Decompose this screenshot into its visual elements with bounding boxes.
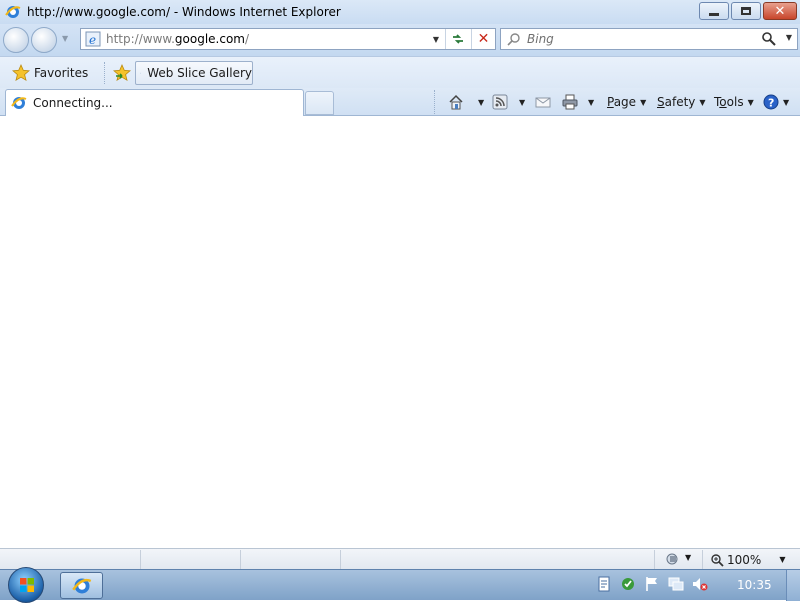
chevron-down-icon: ▼ — [640, 97, 647, 107]
favorites-bar: Favorites e Web Slice Gallery — [0, 56, 800, 88]
favorites-label: Favorites — [34, 66, 89, 80]
taskbar: 10:35 — [0, 567, 800, 603]
ie-logo-icon — [71, 578, 91, 593]
svg-text:e: e — [89, 33, 96, 47]
system-tray — [596, 576, 716, 592]
stop-icon: ✕ — [477, 31, 490, 47]
windows-logo-icon — [20, 578, 34, 592]
status-cell — [240, 550, 340, 569]
protected-mode-cell[interactable]: ▼ — [654, 550, 702, 569]
mail-icon — [535, 97, 551, 108]
address-url[interactable]: http://www.google.com/ — [106, 32, 249, 46]
zoom-control[interactable]: 100% ▼ — [710, 551, 785, 568]
search-input[interactable]: Bing — [527, 32, 554, 46]
help-icon: ? — [763, 94, 779, 110]
svg-text:?: ? — [768, 97, 774, 110]
minimize-button[interactable] — [699, 2, 729, 20]
window-title: http://www.google.com/ - Windows Interne… — [27, 5, 341, 19]
tab-title: Connecting... — [33, 96, 113, 110]
zoom-level: 100% — [727, 552, 762, 567]
rss-feed-icon — [492, 94, 508, 110]
new-tab-button[interactable] — [305, 91, 334, 115]
clock[interactable]: 10:35 — [737, 578, 772, 592]
security-zone-icon — [666, 553, 678, 565]
print-button[interactable] — [562, 91, 578, 113]
status-cell — [340, 550, 654, 569]
web-slice-gallery-label: Web Slice Gallery — [147, 66, 252, 80]
search-box[interactable]: Bing ▼ — [500, 28, 798, 50]
address-dropdown-icon[interactable]: ▼ — [429, 29, 443, 49]
command-separator — [434, 90, 435, 114]
security-dropdown-icon[interactable]: ▼ — [685, 553, 691, 562]
show-desktop-button[interactable] — [786, 570, 800, 601]
chevron-down-icon: ▼ — [699, 97, 706, 107]
ie-page-icon: e — [85, 31, 101, 47]
feeds-dropdown-icon[interactable]: ▼ — [515, 91, 525, 113]
network-icon[interactable] — [668, 576, 684, 592]
favorites-button[interactable]: Favorites — [12, 62, 88, 84]
taskbar-ie-button[interactable] — [60, 572, 103, 599]
command-bar: Connecting... ▼ ▼ ▼ Page ▼ Safety ▼ Tool… — [0, 88, 800, 116]
help-dropdown-icon[interactable]: ▼ — [783, 98, 789, 107]
print-icon — [562, 94, 578, 110]
navigation-bar: ▼ e http://www.google.com/ ▼ ✕ Bing ▼ — [0, 24, 800, 56]
ie-logo-icon — [11, 97, 27, 109]
favorites-star-icon — [12, 64, 30, 82]
chevron-down-icon: ▼ — [747, 97, 754, 107]
forward-button[interactable] — [31, 27, 57, 53]
page-menu[interactable]: Page ▼ — [607, 91, 646, 113]
tools-menu[interactable]: Tools ▼ — [714, 91, 754, 113]
recent-pages-dropdown[interactable]: ▼ — [62, 34, 68, 43]
tab-active[interactable]: Connecting... — [5, 89, 304, 116]
refresh-icon — [452, 34, 463, 44]
print-dropdown-icon[interactable]: ▼ — [584, 91, 594, 113]
zoom-dropdown-icon[interactable]: ▼ — [779, 555, 785, 564]
add-to-favorites-bar-icon[interactable] — [113, 64, 131, 82]
search-icon[interactable] — [761, 31, 777, 47]
zoom-icon — [711, 553, 724, 567]
favorites-separator — [104, 62, 105, 84]
address-bar[interactable]: e http://www.google.com/ ▼ ✕ — [80, 28, 496, 50]
home-button[interactable] — [448, 91, 464, 113]
status-cell — [140, 550, 240, 569]
action-center-flag-icon[interactable] — [644, 576, 660, 592]
safety-menu[interactable]: Safety ▼ — [657, 91, 706, 113]
close-button[interactable]: ✕ — [763, 2, 797, 20]
security-check-icon[interactable] — [620, 576, 636, 592]
page-content[interactable] — [0, 116, 800, 548]
back-button[interactable] — [3, 27, 29, 53]
refresh-button[interactable] — [445, 29, 469, 49]
minimize-icon — [709, 12, 719, 16]
search-options-dropdown-icon[interactable]: ▼ — [786, 33, 792, 42]
read-mail-button[interactable] — [535, 91, 551, 113]
feeds-button[interactable] — [492, 91, 508, 113]
help-button[interactable]: ? ▼ — [763, 91, 789, 113]
ie-logo-icon — [5, 6, 21, 18]
restore-button[interactable] — [731, 2, 761, 20]
status-bar: ▼ 100% ▼ — [0, 548, 800, 569]
title-bar[interactable]: http://www.google.com/ - Windows Interne… — [0, 0, 800, 24]
document-tray-icon[interactable] — [596, 576, 612, 592]
ie-page-icon: e — [140, 72, 141, 74]
start-button[interactable] — [8, 567, 44, 603]
home-dropdown-icon[interactable]: ▼ — [474, 91, 484, 113]
stop-button[interactable]: ✕ — [471, 29, 495, 49]
search-provider-icon — [507, 33, 520, 46]
restore-icon — [741, 7, 751, 15]
web-slice-gallery-link[interactable]: e Web Slice Gallery — [135, 61, 253, 85]
home-icon — [449, 94, 463, 110]
close-icon: ✕ — [774, 3, 786, 19]
volume-muted-icon[interactable] — [692, 576, 708, 592]
